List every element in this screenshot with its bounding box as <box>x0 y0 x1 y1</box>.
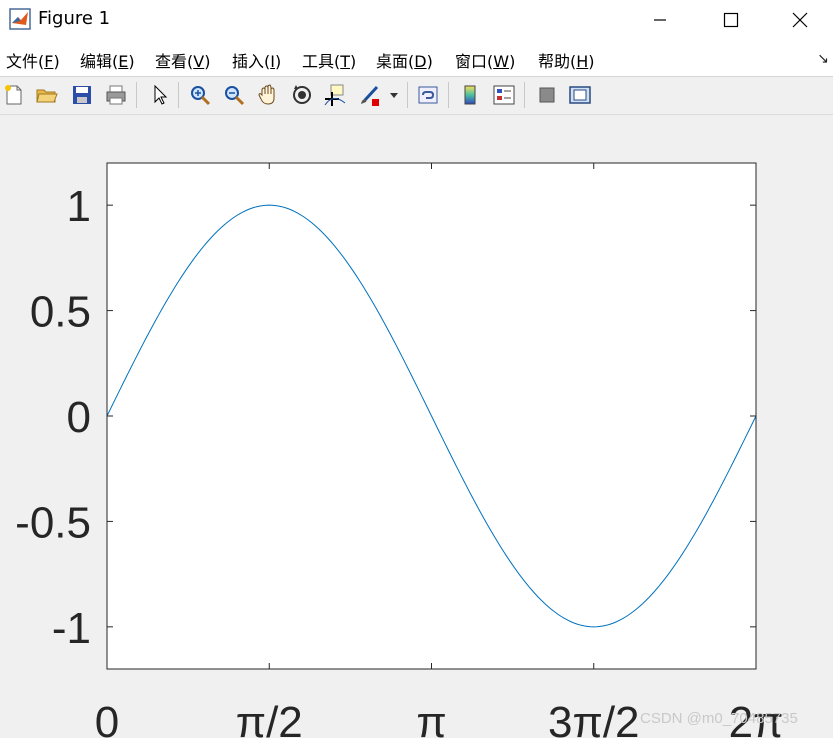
dock-arrow-icon[interactable]: ↘ <box>817 50 829 67</box>
print-icon <box>106 85 126 105</box>
y-tick-label: 0 <box>67 393 91 442</box>
y-tick-label: 0.5 <box>30 288 91 337</box>
figure-toolbar <box>0 77 833 115</box>
edit-plot-button[interactable] <box>145 81 173 109</box>
title-bar: Figure 1 <box>0 0 833 40</box>
new-figure-button[interactable] <box>0 81 28 109</box>
menu-desktop[interactable]: 桌面(D) <box>376 48 433 72</box>
rotate-3d-icon <box>293 85 311 104</box>
brush-icon <box>361 85 379 106</box>
maximize-button[interactable] <box>697 0 765 40</box>
brush-dropdown-button[interactable] <box>386 81 402 109</box>
matlab-app-icon <box>9 8 31 30</box>
edit-plot-arrow-icon <box>154 84 168 105</box>
y-tick-label: -1 <box>52 604 91 653</box>
data-cursor-button[interactable] <box>321 81 349 109</box>
y-tick-label: 1 <box>67 182 91 231</box>
toolbar-separator <box>407 82 408 108</box>
insert-colorbar-icon <box>464 85 476 105</box>
toolbar-separator <box>178 82 179 108</box>
x-tick-label: π <box>416 698 446 738</box>
toolbar-separator <box>136 82 137 108</box>
new-figure-icon <box>5 85 22 105</box>
close-icon <box>792 12 808 28</box>
brush-button[interactable] <box>356 81 384 109</box>
show-plot-tools-icon <box>569 86 591 104</box>
link-plot-button[interactable] <box>414 81 442 109</box>
show-plot-tools-button[interactable] <box>566 81 594 109</box>
zoom-out-button[interactable] <box>220 81 248 109</box>
rotate-3d-button[interactable] <box>288 81 316 109</box>
zoom-in-icon <box>191 86 211 106</box>
menu-insert[interactable]: 插入(I) <box>232 48 281 72</box>
menu-view[interactable]: 查看(V) <box>155 48 210 72</box>
y-tick-label: -0.5 <box>15 498 91 547</box>
data-cursor-icon <box>324 84 346 106</box>
print-button[interactable] <box>102 81 130 109</box>
hide-plot-tools-icon <box>539 87 555 103</box>
minimize-button[interactable] <box>626 0 694 40</box>
chevron-down-icon <box>390 93 398 98</box>
menu-bar: 文件(F) 编辑(E) 查看(V) 插入(I) 工具(T) 桌面(D) 窗口(W… <box>0 40 833 77</box>
open-file-button[interactable] <box>33 81 61 109</box>
watermark-text: CSDN @m0_70485735 <box>640 710 798 727</box>
maximize-icon <box>723 12 739 28</box>
x-tick-label: π/2 <box>236 698 303 738</box>
menu-help[interactable]: 帮助(H) <box>538 48 595 72</box>
menu-window[interactable]: 窗口(W) <box>455 48 515 72</box>
zoom-in-button[interactable] <box>186 81 214 109</box>
pan-hand-icon <box>258 84 275 105</box>
window-title: Figure 1 <box>38 8 111 29</box>
close-button[interactable] <box>766 0 833 40</box>
zoom-out-icon <box>225 86 245 106</box>
minimize-icon <box>654 19 666 21</box>
x-tick-label: 3π/2 <box>548 698 640 738</box>
menu-file[interactable]: 文件(F) <box>6 48 60 72</box>
insert-colorbar-button[interactable] <box>456 81 484 109</box>
sine-plot[interactable]: 0 π/2 π 3π/2 2π-1-0.500.51 <box>0 115 833 738</box>
figure-canvas: 0 π/2 π 3π/2 2π -1 -0.5 0 0.5 1 <box>0 115 833 738</box>
pan-button[interactable] <box>254 81 282 109</box>
save-icon <box>73 86 91 104</box>
x-tick-label: 0 <box>95 698 119 738</box>
hide-plot-tools-button[interactable] <box>533 81 561 109</box>
open-file-icon <box>36 89 58 103</box>
insert-legend-button[interactable] <box>490 81 518 109</box>
link-plot-icon <box>418 86 438 104</box>
menu-tools[interactable]: 工具(T) <box>302 48 356 72</box>
menu-edit[interactable]: 编辑(E) <box>80 48 135 72</box>
save-button[interactable] <box>68 81 96 109</box>
insert-legend-icon <box>493 85 515 105</box>
toolbar-separator <box>524 82 525 108</box>
toolbar-separator <box>448 82 449 108</box>
